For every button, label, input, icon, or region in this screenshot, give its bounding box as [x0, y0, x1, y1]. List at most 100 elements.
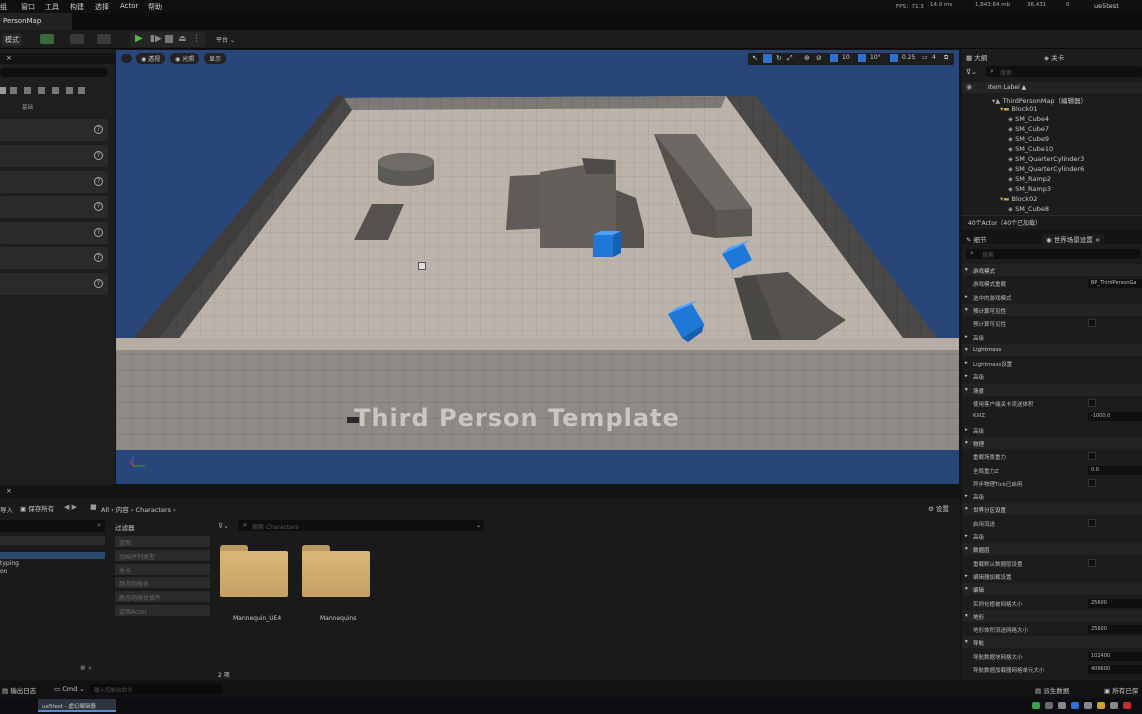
details-value-field[interactable]: BP_ThirdPersonGa	[1088, 279, 1142, 289]
outliner-row[interactable]: ◈ SM_Cube7	[1008, 125, 1049, 133]
details-row[interactable]: 启用流送	[962, 517, 1142, 530]
details-value-field[interactable]: -1000.0	[1088, 412, 1142, 422]
lit-button[interactable]: ◉ 光照	[170, 53, 200, 64]
details-row[interactable]: ▸ 高级	[962, 370, 1142, 383]
details-row[interactable]: ▸ 高级	[962, 424, 1142, 437]
source-search-input[interactable]: ⌕	[0, 520, 105, 532]
help-icon[interactable]: ?	[94, 228, 103, 237]
mode-select[interactable]: 模式	[2, 34, 22, 46]
filter-item[interactable]: 蓝图Actor	[115, 605, 210, 616]
level-viewport[interactable]: Third Person Template ◉ 透视 ◉ 光照 显示 ↖ ↻ ⤢…	[116, 50, 959, 484]
tray-icon[interactable]	[1058, 702, 1066, 709]
filter-item[interactable]: 关卡	[115, 564, 210, 575]
expand-icon[interactable]: ▾	[965, 347, 968, 353]
eye-icon[interactable]: ◉	[966, 83, 972, 91]
details-value-field[interactable]: 409600	[1088, 665, 1142, 674]
add-content-icon[interactable]	[40, 34, 54, 44]
menu-item[interactable]: 选择	[95, 2, 109, 12]
help-icon[interactable]: ?	[94, 125, 103, 134]
list-item[interactable]: ?	[0, 196, 108, 218]
taskbar-app[interactable]: ue5test - 虚幻编辑器	[38, 699, 116, 712]
spawn-marker-icon[interactable]	[418, 262, 426, 270]
details-section[interactable]: ▾ 导航	[962, 636, 1142, 649]
content-tab[interactable]: ×	[0, 486, 960, 498]
expand-icon[interactable]: ▾	[965, 267, 968, 273]
tab-details[interactable]: ✎ 细节	[966, 234, 987, 244]
details-row[interactable]: 预计算可见性	[962, 317, 1142, 330]
details-section[interactable]: ▾ 地形	[962, 609, 1142, 622]
outliner-row[interactable]: ▾▬ Block01	[1000, 105, 1037, 113]
tray-icon[interactable]	[1045, 702, 1053, 709]
details-value-field[interactable]: 102400	[1088, 651, 1142, 661]
details-row[interactable]: ▸ 编辑器加载设置	[962, 570, 1142, 583]
scale-icon[interactable]: ⤢	[787, 54, 793, 63]
asset-search-input[interactable]: 搜索 Characters	[238, 520, 484, 531]
details-search-input[interactable]: 搜索	[966, 249, 1140, 259]
grid-size[interactable]: 10	[842, 54, 850, 61]
list-item[interactable]: ?	[0, 222, 108, 244]
outliner-row[interactable]: ◈ SM_Ramp2	[1008, 175, 1051, 183]
panel-tab[interactable]: ×	[0, 53, 115, 64]
menu-item[interactable]: 构建	[70, 2, 84, 12]
details-checkbox[interactable]	[1088, 452, 1096, 461]
details-section[interactable]: ▾ 世界分区设置	[962, 503, 1142, 516]
filter-item[interactable]: 静态网格体插件	[115, 591, 210, 602]
breadcrumb-item[interactable]: 内容	[116, 506, 129, 514]
menu-item[interactable]: 组	[0, 2, 7, 12]
rotate-icon[interactable]: ↻	[776, 54, 782, 62]
outliner-row[interactable]: ▾▬ Block02	[1000, 195, 1037, 203]
tray-icon[interactable]	[1097, 702, 1105, 709]
tray-icon[interactable]	[1032, 702, 1040, 709]
outliner-row[interactable]: ◈ SM_Cube8	[1008, 205, 1049, 213]
add-icon[interactable]: ⊕ ⌕	[80, 664, 92, 673]
tab-world-settings[interactable]: ◉ 世界场景设置 ×	[1042, 234, 1105, 244]
outliner-search-input[interactable]: 搜索	[986, 66, 1142, 77]
tree-item[interactable]: on	[0, 568, 7, 575]
tray-icon[interactable]	[1123, 702, 1131, 709]
details-row[interactable]: KillZ -1000.0	[962, 410, 1142, 423]
details-section[interactable]: ▾ 物理	[962, 436, 1142, 449]
maximize-icon[interactable]: ⧉	[944, 54, 948, 62]
outliner-row[interactable]: ◈ SM_QuarterCylinder6	[1008, 165, 1084, 173]
stop-icon[interactable]	[165, 35, 173, 43]
outliner-row[interactable]: ◈ SM_Cube4	[1008, 115, 1049, 123]
details-row[interactable]: ▸ 选中的游戏模式	[962, 291, 1142, 304]
folder-icon[interactable]	[220, 545, 288, 597]
help-icon[interactable]: ?	[94, 253, 103, 262]
tree-item[interactable]: typing	[0, 560, 19, 567]
outliner-row[interactable]: ◈ SM_QuarterCylinder3	[1008, 155, 1084, 163]
help-icon[interactable]: ?	[94, 202, 103, 211]
outliner-row[interactable]: ◈ SM_Cube9	[1008, 135, 1049, 143]
details-checkbox[interactable]	[1088, 399, 1096, 407]
blueprint-icon[interactable]	[70, 34, 84, 44]
settings-button[interactable]: ⚙ 设置	[928, 503, 949, 513]
details-section[interactable]: ▾ 场景	[962, 383, 1142, 396]
menu-item[interactable]: Actor	[120, 2, 138, 10]
expand-icon[interactable]: ▾	[965, 546, 968, 552]
cinematics-icon[interactable]	[97, 34, 111, 44]
expand-icon[interactable]: ▸	[965, 573, 968, 579]
details-section[interactable]: ▾ 游戏模式	[962, 264, 1142, 276]
details-value-field[interactable]: 0.0	[1088, 465, 1142, 475]
expand-icon[interactable]: ▸	[965, 360, 968, 366]
outliner-row[interactable]: ▾▲ ThirdPersonMap（编辑器）	[992, 95, 1087, 105]
filter-item[interactable]: 动画序列类型	[115, 550, 210, 561]
details-section[interactable]: ▾ 编辑	[962, 583, 1142, 596]
back-icon[interactable]: ◀ ▶	[64, 503, 77, 511]
expand-icon[interactable]: ▾	[965, 613, 968, 619]
details-section[interactable]: ▾ Lightmass	[962, 343, 1142, 356]
folder-label[interactable]: Mannequin_UE4	[233, 615, 281, 622]
breadcrumb-item[interactable]: All	[101, 506, 109, 514]
list-item[interactable]: ?	[0, 119, 108, 141]
tray-icon[interactable]	[1071, 702, 1079, 709]
derived-data-button[interactable]: ▤ 派生数据	[1035, 685, 1069, 695]
cmd-select[interactable]: ▭ Cmd ⌄	[54, 685, 85, 693]
camera-speed[interactable]: 4	[932, 54, 936, 61]
expand-icon[interactable]: ▾	[965, 506, 968, 512]
filter-item[interactable]: 蓝图	[115, 536, 210, 547]
details-row[interactable]: 重载默认数据层设置	[962, 557, 1142, 570]
move-icon[interactable]	[763, 54, 772, 63]
filter-icon[interactable]: ⊽⌄	[218, 522, 229, 530]
save-all-button[interactable]: ▣ 保存所有	[20, 503, 54, 513]
outliner-row[interactable]: ◈ SM_Ramp3	[1008, 185, 1051, 193]
